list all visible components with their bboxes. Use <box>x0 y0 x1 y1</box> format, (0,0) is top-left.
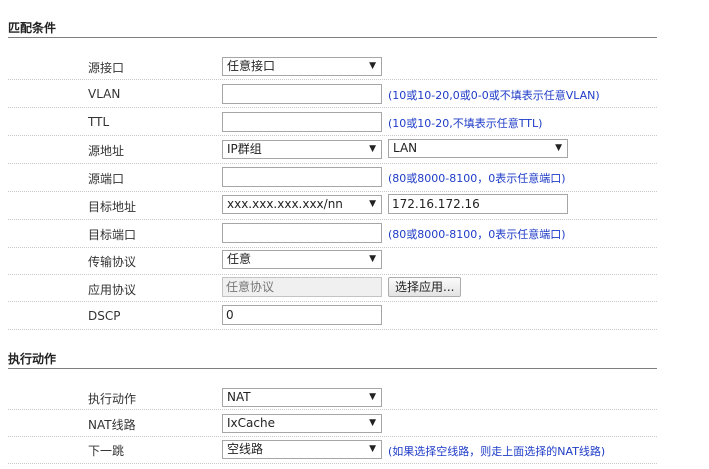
next-hop-hint: (如果选择空线路，则走上面选择的NAT线路) <box>388 445 606 458</box>
source-interface-label: 源接口 <box>88 61 125 75</box>
chevron-down-icon: ▼ <box>369 254 376 264</box>
chevron-down-icon: ▼ <box>369 392 376 402</box>
source-port-input[interactable] <box>222 167 382 187</box>
source-address-type-select[interactable]: IP群组 ▼ <box>222 140 382 159</box>
vlan-hint: (10或10-20,0或0-0或不填表示任意VLAN) <box>388 89 600 102</box>
chevron-down-icon: ▼ <box>369 144 376 154</box>
nat-line-value: IxCache <box>227 416 275 430</box>
transport-protocol-select[interactable]: 任意 ▼ <box>222 250 382 269</box>
dscp-label: DSCP <box>88 309 121 323</box>
chevron-down-icon: ▼ <box>369 418 376 428</box>
match-section-divider <box>8 37 657 38</box>
action-value: NAT <box>227 390 251 404</box>
source-address-label: 源地址 <box>88 144 125 158</box>
dest-port-input[interactable] <box>222 223 382 243</box>
app-protocol-input: 任意协议 <box>222 277 382 297</box>
action-section-divider <box>8 368 657 369</box>
chevron-down-icon: ▼ <box>369 61 376 71</box>
action-section-title: 执行动作 <box>8 352 57 366</box>
transport-protocol-label: 传输协议 <box>88 255 137 269</box>
source-interface-select[interactable]: 任意接口 ▼ <box>222 57 382 76</box>
app-protocol-label: 应用协议 <box>88 283 137 297</box>
vlan-input[interactable] <box>222 84 382 104</box>
dest-address-type-select[interactable]: xxx.xxx.xxx.xxx/nn ▼ <box>222 195 382 214</box>
source-interface-value: 任意接口 <box>227 59 276 73</box>
ttl-label: TTL <box>88 115 110 129</box>
dest-address-label: 目标地址 <box>88 200 137 214</box>
dest-address-input[interactable]: 172.16.172.16 <box>388 194 568 214</box>
nat-line-label: NAT线路 <box>88 418 136 432</box>
dest-port-hint: (80或8000-8100，0表示任意端口) <box>388 228 566 241</box>
source-port-label: 源端口 <box>88 172 125 186</box>
next-hop-select[interactable]: 空线路 ▼ <box>222 440 382 459</box>
ttl-input[interactable] <box>222 112 382 132</box>
source-address-group-value: LAN <box>393 141 418 155</box>
select-app-button[interactable]: 选择应用... <box>388 277 462 297</box>
next-hop-label: 下一跳 <box>88 444 125 458</box>
chevron-down-icon: ▼ <box>369 444 376 454</box>
next-hop-value: 空线路 <box>227 442 264 456</box>
transport-protocol-value: 任意 <box>227 252 252 266</box>
match-section-title: 匹配条件 <box>8 21 57 35</box>
dscp-input[interactable]: 0 <box>222 305 382 325</box>
nat-line-select[interactable]: IxCache ▼ <box>222 414 382 433</box>
dest-address-type-value: xxx.xxx.xxx.xxx/nn <box>227 197 343 211</box>
action-label: 执行动作 <box>88 392 137 406</box>
source-port-hint: (80或8000-8100，0表示任意端口) <box>388 172 566 185</box>
source-address-group-select[interactable]: LAN ▼ <box>388 139 568 158</box>
chevron-down-icon: ▼ <box>555 143 562 153</box>
source-address-type-value: IP群组 <box>227 142 262 156</box>
vlan-label: VLAN <box>88 87 121 101</box>
action-select[interactable]: NAT ▼ <box>222 388 382 407</box>
dest-port-label: 目标端口 <box>88 228 137 242</box>
chevron-down-icon: ▼ <box>369 199 376 209</box>
ttl-hint: (10或10-20,不填表示任意TTL) <box>388 117 543 130</box>
